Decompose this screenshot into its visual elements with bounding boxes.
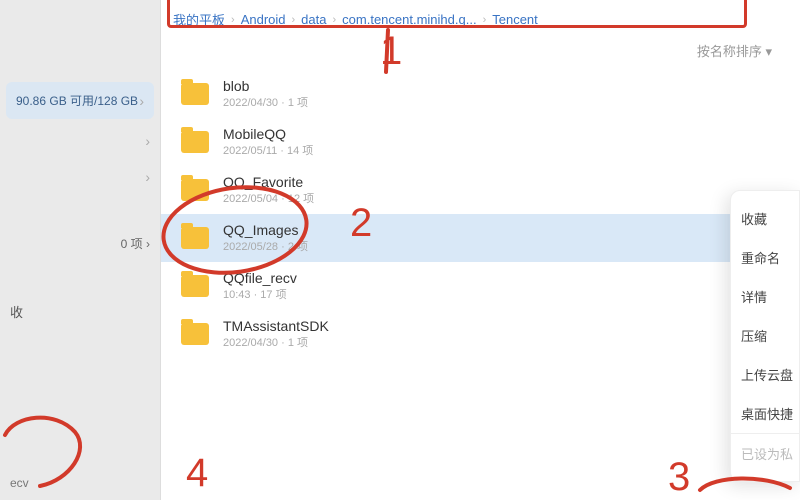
folder-name: QQfile_recv bbox=[223, 270, 297, 286]
menu-upload[interactable]: 上传云盘 bbox=[731, 355, 799, 394]
sort-button[interactable]: 按名称排序 ▾ bbox=[697, 41, 772, 60]
list-item[interactable]: blob 2022/04/30 · 1 项 bbox=[161, 70, 800, 118]
chevron-right-icon: › bbox=[231, 14, 235, 26]
list-item[interactable]: QQ_Favorite 2022/05/04 · 12 项 bbox=[161, 166, 800, 214]
folder-icon bbox=[181, 275, 209, 297]
crumb-0[interactable]: 我的平板 bbox=[173, 10, 225, 29]
folder-name: QQ_Favorite bbox=[223, 174, 314, 190]
folder-sub: 2022/05/04 · 12 项 bbox=[223, 190, 314, 206]
chevron-right-icon: › bbox=[483, 14, 487, 26]
crumb-3[interactable]: com.tencent.minihd.q... bbox=[342, 12, 476, 27]
chevron-right-icon: › bbox=[292, 14, 296, 26]
list-item[interactable]: MobileQQ 2022/05/11 · 14 项 bbox=[161, 118, 800, 166]
storage-label: 90.86 GB 可用/128 GB bbox=[16, 92, 138, 109]
chevron-right-icon: › bbox=[332, 14, 336, 26]
sidebar-bottom[interactable]: ecv bbox=[0, 466, 160, 500]
folder-icon bbox=[181, 179, 209, 201]
folder-icon bbox=[181, 131, 209, 153]
breadcrumb: 我的平板 › Android › data › com.tencent.mini… bbox=[161, 0, 800, 35]
folder-sub: 2022/05/28 · 2 项 bbox=[223, 238, 308, 254]
menu-footer: 已设为私 bbox=[731, 433, 799, 473]
chevron-right-icon: › bbox=[139, 93, 144, 109]
folder-icon bbox=[181, 323, 209, 345]
chevron-right-icon: › bbox=[145, 169, 150, 185]
list-item-selected[interactable]: QQ_Images 2022/05/28 · 2 项 bbox=[161, 214, 800, 262]
folder-icon bbox=[181, 227, 209, 249]
sidebar: 90.86 GB 可用/128 GB › › › 0 项 › 收 ecv bbox=[0, 0, 160, 500]
sidebar-spacer bbox=[0, 0, 160, 78]
menu-rename[interactable]: 重命名 bbox=[731, 238, 799, 277]
sidebar-item-blank-2[interactable]: › bbox=[0, 159, 160, 195]
folder-icon bbox=[181, 83, 209, 105]
app-root: 90.86 GB 可用/128 GB › › › 0 项 › 收 ecv 我的平… bbox=[0, 0, 800, 500]
list-item[interactable]: QQfile_recv 10:43 · 17 项 bbox=[161, 262, 800, 310]
folder-sub: 10:43 · 17 项 bbox=[223, 286, 297, 302]
menu-favorite[interactable]: 收藏 bbox=[731, 199, 799, 238]
folder-name: blob bbox=[223, 78, 308, 94]
folder-sub: 2022/04/30 · 1 项 bbox=[223, 334, 329, 350]
folder-sub: 2022/04/30 · 1 项 bbox=[223, 94, 308, 110]
menu-details[interactable]: 详情 bbox=[731, 277, 799, 316]
folder-name: TMAssistantSDK bbox=[223, 318, 329, 334]
folder-name: QQ_Images bbox=[223, 222, 308, 238]
crumb-1[interactable]: Android bbox=[241, 12, 286, 27]
crumb-4[interactable]: Tencent bbox=[492, 12, 538, 27]
chevron-right-icon: › bbox=[145, 133, 150, 149]
menu-shortcut[interactable]: 桌面快捷 bbox=[731, 394, 799, 433]
sidebar-zero-items[interactable]: 0 项 › bbox=[0, 225, 160, 262]
sort-bar: 按名称排序 ▾ bbox=[161, 35, 800, 70]
sidebar-item-blank-1[interactable]: › bbox=[0, 123, 160, 159]
crumb-2[interactable]: data bbox=[301, 12, 326, 27]
chevron-right-icon: › bbox=[146, 237, 150, 251]
sidebar-favorites[interactable]: 收 bbox=[0, 292, 160, 331]
folder-sub: 2022/05/11 · 14 项 bbox=[223, 142, 313, 158]
folder-list: blob 2022/04/30 · 1 项 MobileQQ 2022/05/1… bbox=[161, 70, 800, 500]
context-menu: 收藏 重命名 详情 压缩 上传云盘 桌面快捷 已设为私 bbox=[730, 190, 800, 482]
list-item[interactable]: TMAssistantSDK 2022/04/30 · 1 项 bbox=[161, 310, 800, 358]
menu-compress[interactable]: 压缩 bbox=[731, 316, 799, 355]
main-panel: 我的平板 › Android › data › com.tencent.mini… bbox=[161, 0, 800, 500]
sidebar-storage[interactable]: 90.86 GB 可用/128 GB › bbox=[6, 82, 154, 119]
folder-name: MobileQQ bbox=[223, 126, 313, 142]
